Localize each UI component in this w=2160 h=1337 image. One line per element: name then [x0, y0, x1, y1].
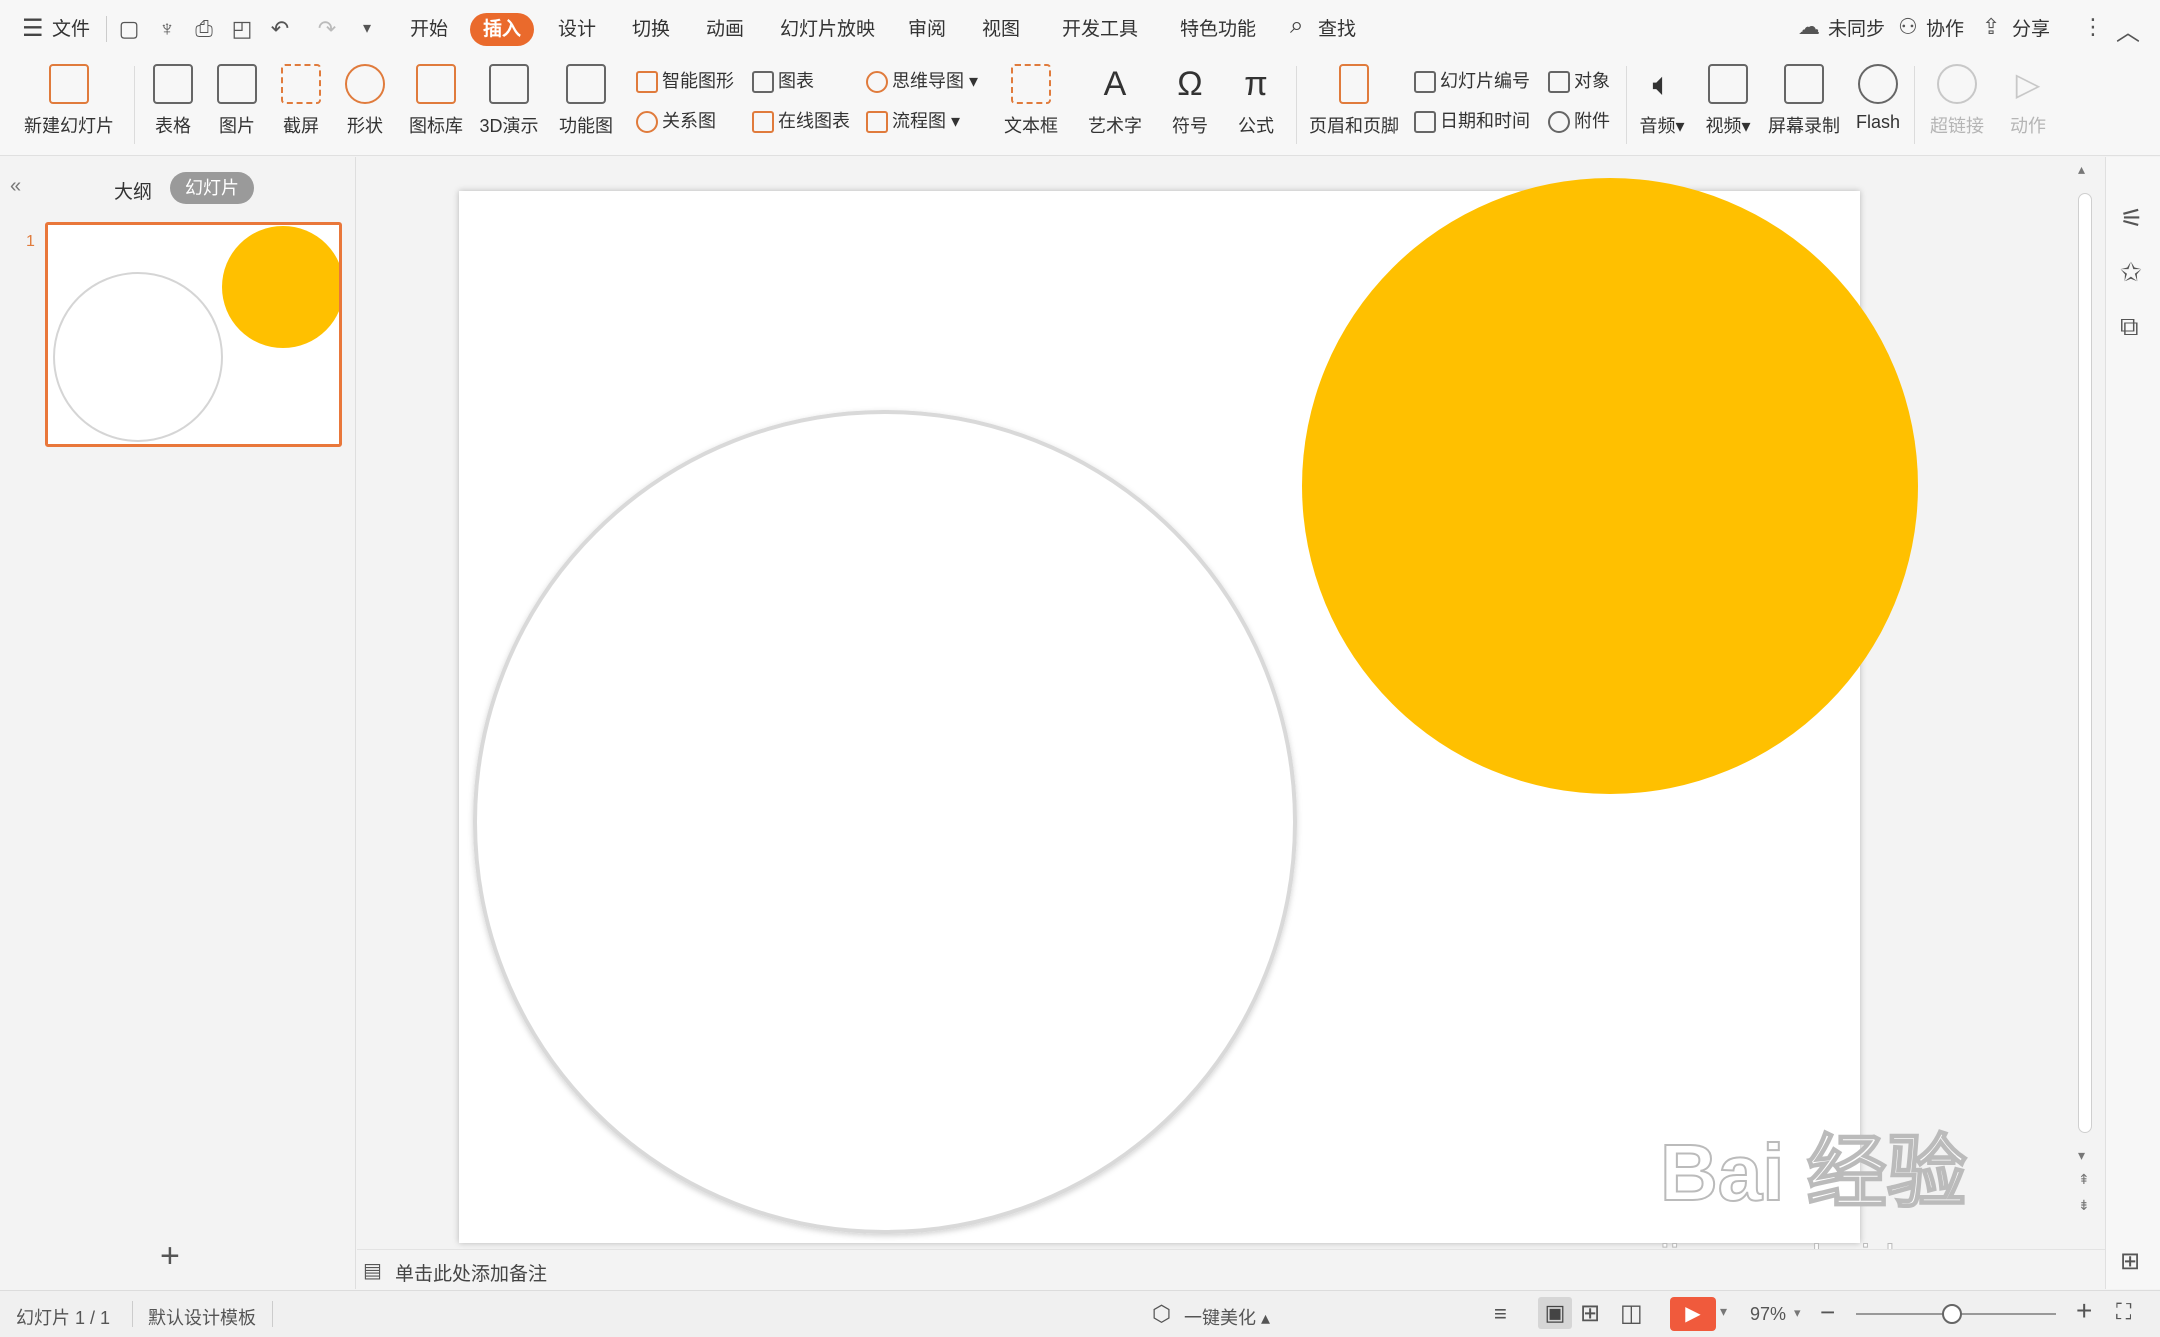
scroll-up-icon[interactable]: ▴ — [2078, 161, 2085, 178]
notes-icon: ▤ — [363, 1260, 382, 1282]
scrollbar-thumb[interactable] — [2078, 193, 2092, 1133]
transition-pane-icon[interactable]: ⧉ — [2120, 311, 2139, 343]
zoom-out-icon[interactable]: − — [1820, 1297, 1835, 1328]
status-bar: 幻灯片 1 / 1 默认设计模板 ⬡ 一键美化 ▴ ≡ ▣ ⊞ ◫ ▶ ▾ 97… — [0, 1290, 2160, 1337]
notes-placeholder[interactable]: 单击此处添加备注 — [395, 1259, 547, 1286]
one-click-beautify[interactable]: 一键美化 ▴ — [1184, 1304, 1270, 1330]
slide-sorter-icon[interactable]: ⊞ — [1580, 1299, 1600, 1328]
scroll-down-icon[interactable]: ▾ — [2078, 1147, 2085, 1164]
app-grid-icon[interactable]: ⊞ — [2120, 1247, 2140, 1276]
notes-bar[interactable]: ▤ 单击此处添加备注 — [357, 1249, 2105, 1289]
baidu-watermark: Bai 经验 — [1659, 1127, 1968, 1218]
animation-pane-icon[interactable]: ✩ — [2120, 257, 2142, 288]
status-divider — [272, 1301, 273, 1327]
notes-toggle-icon[interactable]: ≡ — [1494, 1301, 1507, 1327]
outline-circle[interactable] — [473, 410, 1297, 1234]
reading-view-icon[interactable]: ◫ — [1620, 1299, 1643, 1328]
slideshow-options-icon[interactable]: ▾ — [1720, 1303, 1727, 1320]
right-sidebar: ▴ ▾ ⇞ ⇟ ⚟ ✩ ⧉ ⊞ — [2078, 157, 2160, 1289]
beautify-icon[interactable]: ⬡ — [1152, 1301, 1171, 1327]
zoom-level[interactable]: 97% — [1750, 1304, 1786, 1325]
slide-shapes-layer — [473, 178, 1918, 1234]
prev-slide-icon[interactable]: ⇞ — [2078, 1171, 2090, 1188]
collapse-ribbon-icon[interactable]: ︿ — [2116, 12, 2140, 47]
zoom-slider-handle[interactable] — [1942, 1304, 1962, 1324]
slide-counter: 幻灯片 1 / 1 — [16, 1308, 111, 1328]
template-name[interactable]: 默认设计模板 — [148, 1304, 256, 1330]
status-divider — [132, 1301, 133, 1327]
next-slide-icon[interactable]: ⇟ — [2078, 1197, 2090, 1214]
zoom-dropdown-icon[interactable]: ▾ — [1794, 1305, 1801, 1321]
zoom-in-icon[interactable]: + — [2076, 1295, 2092, 1327]
properties-icon[interactable]: ⚟ — [2120, 203, 2143, 234]
fit-window-icon[interactable]: ⛶ — [2116, 1299, 2131, 1325]
normal-view-icon[interactable]: ▣ — [1538, 1297, 1572, 1329]
yellow-circle[interactable] — [1302, 178, 1918, 794]
play-slideshow-button[interactable]: ▶ — [1670, 1297, 1716, 1331]
